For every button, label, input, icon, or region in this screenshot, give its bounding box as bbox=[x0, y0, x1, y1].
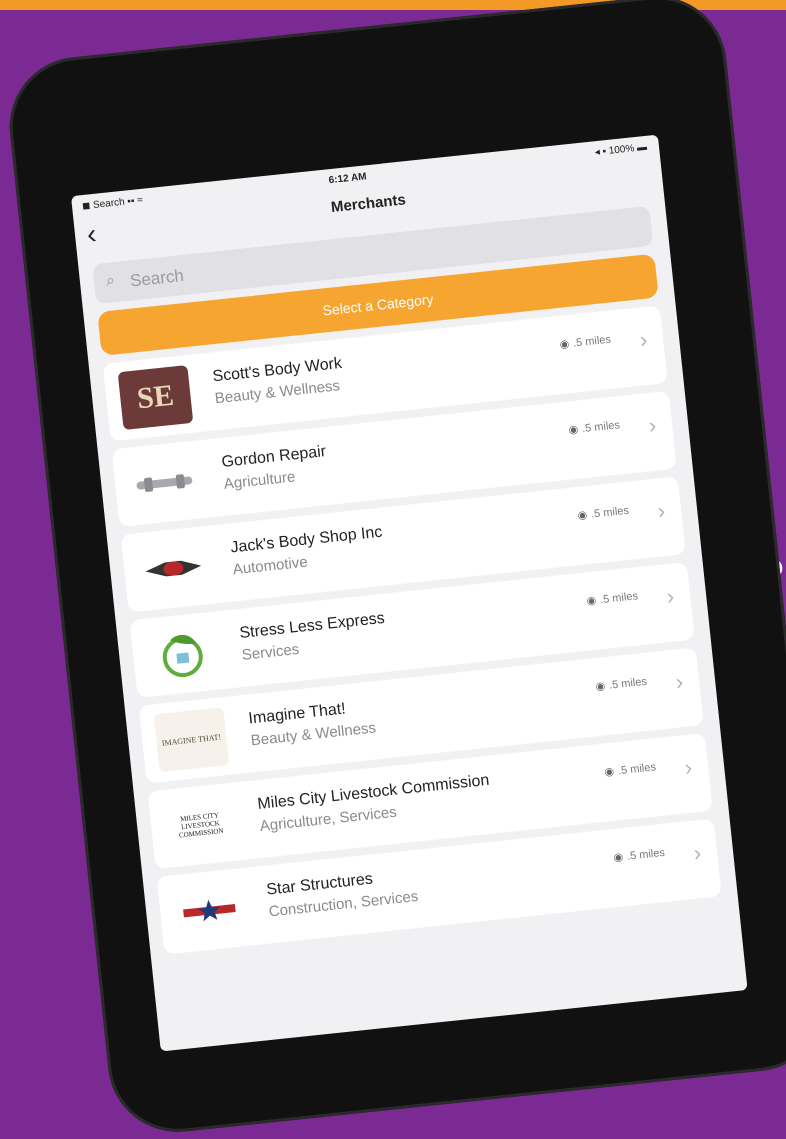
location-pin-icon: ◉ bbox=[577, 509, 588, 523]
app-screen: ◼ Search ▪▪ ≈ 6:12 AM ◂ ▪ 100% ▬ ‹ Merch… bbox=[70, 134, 748, 1052]
merchant-logo bbox=[127, 451, 203, 516]
merchant-distance: ◉ .5 miles bbox=[568, 418, 621, 437]
search-icon: ⌕ bbox=[105, 272, 116, 291]
phone-mockup: ◼ Search ▪▪ ≈ 6:12 AM ◂ ▪ 100% ▬ ‹ Merch… bbox=[0, 0, 786, 1139]
chevron-right-icon: › bbox=[665, 583, 676, 610]
search-placeholder: Search bbox=[129, 265, 185, 291]
merchant-name: Stress Less Express bbox=[238, 609, 386, 642]
merchant-logo: SE bbox=[117, 365, 194, 431]
merchant-category: Agriculture bbox=[223, 468, 297, 493]
star-banner-icon bbox=[183, 899, 236, 922]
merchant-distance: ◉ .5 miles bbox=[612, 846, 666, 865]
location-pin-icon: ◉ bbox=[595, 680, 606, 694]
chevron-right-icon: › bbox=[656, 497, 667, 524]
status-right: ◂ ▪ 100% ▬ bbox=[594, 141, 648, 159]
merchant-distance: ◉ .5 miles bbox=[603, 760, 657, 779]
merchant-name: Jack's Body Shop Inc bbox=[229, 523, 384, 557]
distance-value: .5 miles bbox=[626, 846, 666, 863]
merchant-logo bbox=[172, 878, 248, 943]
merchant-name: Gordon Repair bbox=[220, 443, 327, 471]
chevron-right-icon: › bbox=[674, 669, 685, 695]
chevron-right-icon: › bbox=[692, 840, 703, 866]
merchant-distance: ◉ .5 miles bbox=[586, 589, 639, 608]
chevron-right-icon: › bbox=[683, 754, 694, 781]
merchant-distance: ◉ .5 miles bbox=[577, 504, 630, 523]
merchant-logo bbox=[145, 622, 221, 687]
location-pin-icon: ◉ bbox=[603, 765, 615, 779]
status-left: ◼ Search ▪▪ ≈ bbox=[81, 194, 144, 213]
distance-value: .5 miles bbox=[617, 761, 657, 778]
distance-value: .5 miles bbox=[590, 504, 630, 521]
merchant-distance: ◉ .5 miles bbox=[595, 675, 648, 694]
merchant-category: Automotive bbox=[232, 553, 309, 579]
location-pin-icon: ◉ bbox=[568, 423, 579, 437]
merchant-logo bbox=[136, 536, 212, 601]
location-pin-icon: ◉ bbox=[559, 338, 570, 351]
location-pin-icon: ◉ bbox=[586, 594, 597, 608]
leaf-house-icon bbox=[162, 634, 203, 678]
merchant-logo: MILES CITY LIVESTOCK COMMISSION bbox=[178, 811, 224, 840]
status-time: 6:12 AM bbox=[328, 171, 368, 187]
chevron-right-icon: › bbox=[647, 412, 658, 439]
distance-value: .5 miles bbox=[572, 333, 612, 350]
distance-value: .5 miles bbox=[581, 419, 621, 436]
merchant-distance: ◉ .5 miles bbox=[559, 333, 612, 351]
distance-value: .5 miles bbox=[599, 590, 639, 607]
location-pin-icon: ◉ bbox=[612, 851, 624, 865]
winged-emblem-icon bbox=[145, 560, 202, 577]
chevron-right-icon: › bbox=[638, 326, 649, 353]
hose-fitting-icon bbox=[136, 474, 193, 492]
merchant-logo: IMAGINE THAT! bbox=[153, 707, 230, 773]
merchant-category: Services bbox=[241, 640, 301, 664]
distance-value: .5 miles bbox=[608, 675, 648, 692]
